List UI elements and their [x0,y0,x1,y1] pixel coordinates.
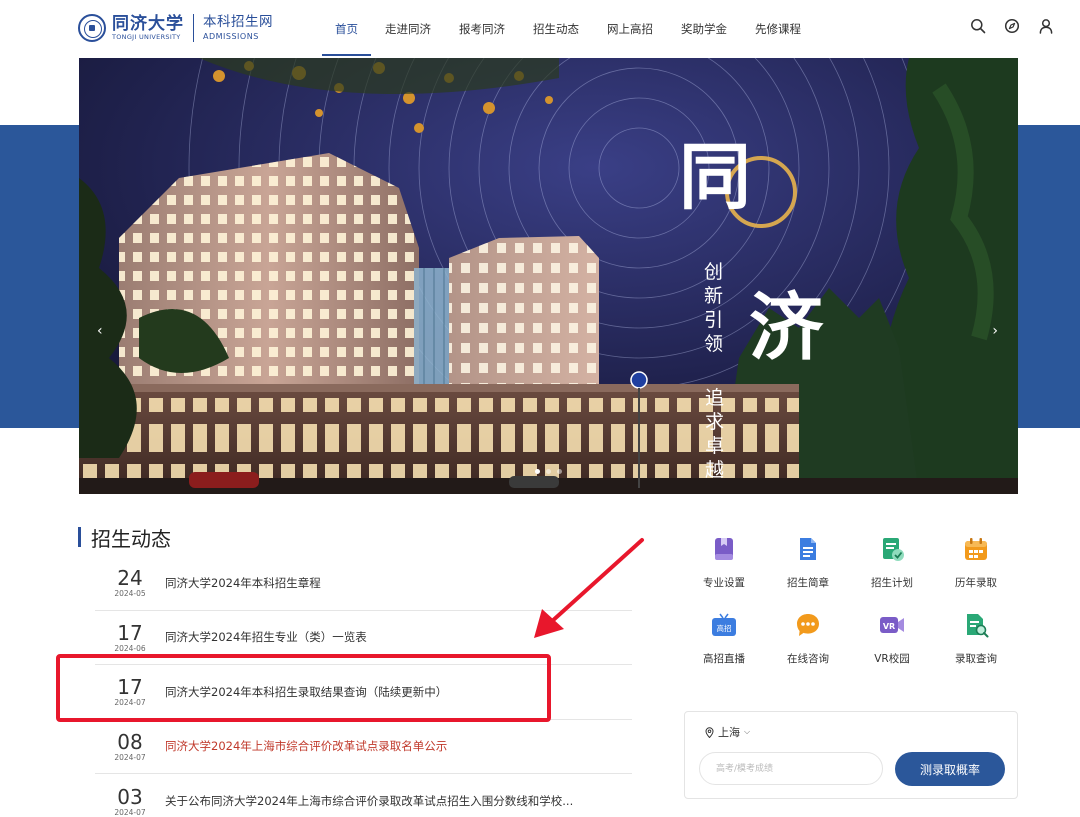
quick-link-live-stream[interactable]: 高招 高招直播 [682,612,766,666]
banner-prev-arrow[interactable]: ‹ [97,323,103,339]
news-date: 24 2024-05 [95,567,165,598]
news-item[interactable]: 03 2024-07 关于公布同济大学2024年上海市综合评价录取改革试点招生入… [95,774,632,817]
user-icon[interactable] [1038,18,1054,34]
search-icon[interactable] [970,18,986,34]
news-day: 17 [117,620,143,645]
plan-check-icon [883,538,904,561]
calendar-icon [965,538,987,560]
news-item-highlighted[interactable]: 17 2024-07 同济大学2024年本科招生录取结果查询（陆续更新中） [95,665,632,720]
nav-home[interactable]: 首页 [322,0,371,58]
news-item[interactable]: 08 2024-07 同济大学2024年上海市综合评价改革试点录取名单公示 [95,720,632,774]
quick-link-label: 在线咨询 [787,653,829,665]
banner-next-arrow[interactable]: › [992,323,998,339]
search-document-icon [967,614,989,638]
tv-badge: 高招 [717,623,732,633]
quick-link-label: 招生计划 [871,577,913,589]
banner-dot-3[interactable] [557,469,562,474]
book-icon [715,538,733,560]
news-day: 03 [117,784,143,809]
news-date: 17 2024-06 [95,622,165,653]
chevron-down-icon: ⌵ [744,727,751,736]
news-year-month: 2024-06 [114,643,146,653]
news-year-month: 2024-07 [114,698,146,708]
document-icon [800,538,816,560]
logo-en-text: TONGJI UNIVERSITY [112,32,181,41]
banner-dot-1[interactable] [535,469,540,474]
quick-link-vr-campus[interactable]: VR VR校园 [850,612,934,666]
quick-link-past-admissions[interactable]: 历年录取 [934,536,1018,590]
location-pin-icon [705,726,714,738]
university-seal-icon [78,14,106,42]
news-date: 17 2024-07 [95,676,165,707]
banner-char-ji: 济 [749,285,823,371]
banner-dot-2[interactable] [546,469,551,474]
news-title-link[interactable]: 关于公布同济大学2024年上海市综合评价录取改革试点招生入围分数线和学校... [165,793,632,809]
logo-cn-text: 同济大学 [112,13,184,34]
nav-news[interactable]: 招生动态 [519,0,593,58]
quick-link-label: VR校园 [874,653,910,665]
quick-link-majors[interactable]: 专业设置 [682,536,766,590]
quick-link-admission-query[interactable]: 录取查询 [934,612,1018,666]
admission-predictor: 上海 ⌵ 测录取概率 [684,711,1018,799]
section-accent-bar [78,527,81,547]
site-logo[interactable]: 同济大学 TONGJI UNIVERSITY 本科招生网 ADMISSIONS [78,12,273,44]
nav-apply[interactable]: 报考同济 [445,0,519,58]
quick-link-label: 高招直播 [703,653,745,665]
banner-slogan-excellence: 追求卓越 [705,387,725,481]
banner-slogan-innovate: 创新引领 [704,261,724,355]
quick-links-panel: 专业设置 招生简章 招生计划 历年录取 高招 高招直播 在线咨询 VR VR校园… [682,536,1022,666]
news-day: 08 [117,729,143,754]
banner-pagination [79,469,1018,474]
chat-bubble-icon [797,614,819,636]
quick-link-label: 专业设置 [703,577,745,589]
main-nav: 首页 走进同济 报考同济 招生动态 网上高招 奖助学金 先修课程 [322,0,815,58]
news-title-link[interactable]: 同济大学2024年本科招生录取结果查询（陆续更新中） [165,684,632,700]
quick-link-enrollment-plan[interactable]: 招生计划 [850,536,934,590]
nav-preparatory-courses[interactable]: 先修课程 [741,0,815,58]
header-icon-bar [970,18,1054,34]
region-value: 上海 [718,726,740,739]
campus-night-photo [79,58,1018,494]
logo-divider [193,14,194,42]
logo-sub-cn: 本科招生网 [203,14,273,30]
annotation-arrow-icon [534,538,644,638]
vr-camera-icon: VR [880,617,904,633]
news-year-month: 2024-07 [114,752,146,762]
tv-live-icon: 高招 [712,613,736,636]
quick-link-label: 历年录取 [955,577,997,589]
quick-link-online-consult[interactable]: 在线咨询 [766,612,850,666]
predict-probability-button[interactable]: 测录取概率 [895,752,1005,786]
quick-link-label: 录取查询 [955,653,997,665]
nav-about[interactable]: 走进同济 [371,0,445,58]
news-day: 17 [117,675,143,700]
news-date: 08 2024-07 [95,731,165,762]
compass-icon[interactable] [1004,18,1020,34]
region-selector[interactable]: 上海 ⌵ [705,724,750,740]
nav-online-admission[interactable]: 网上高招 [593,0,667,58]
news-section-header: 招生动态 [78,524,171,551]
score-input[interactable] [699,752,883,785]
nav-scholarships[interactable]: 奖助学金 [667,0,741,58]
news-year-month: 2024-05 [114,589,146,599]
news-section-title: 招生动态 [91,526,171,551]
logo-sub-en: ADMISSIONS [203,32,259,41]
news-day: 24 [117,566,143,591]
quick-link-prospectus[interactable]: 招生简章 [766,536,850,590]
quick-link-label: 招生简章 [787,577,829,589]
site-header: 同济大学 TONGJI UNIVERSITY 本科招生网 ADMISSIONS … [0,0,1080,58]
banner-char-tong: 同 [679,134,752,219]
news-year-month: 2024-07 [114,807,146,817]
hero-banner[interactable]: 同 济 创新引领 追求卓越 ‹ › [79,58,1018,494]
news-title-link[interactable]: 同济大学2024年上海市综合评价改革试点录取名单公示 [165,738,632,754]
news-date: 03 2024-07 [95,786,165,817]
vr-badge: VR [883,622,895,631]
